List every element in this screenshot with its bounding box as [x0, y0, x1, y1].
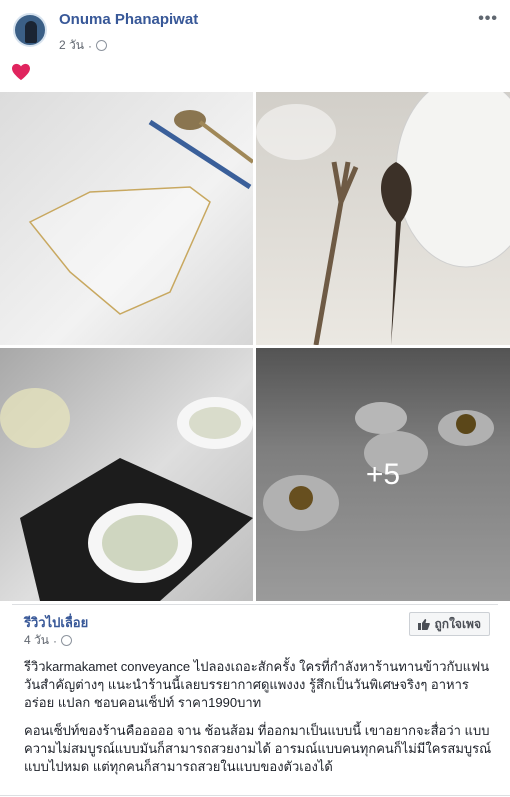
- post-meta: 2 วัน ·: [59, 36, 107, 55]
- heart-icon: [12, 63, 30, 81]
- separator: ·: [87, 38, 92, 53]
- photo-3-art: [0, 388, 253, 601]
- shared-post-time[interactable]: 4 วัน: [24, 631, 49, 650]
- photo-grid: +5: [0, 92, 510, 604]
- avatar-figure: [25, 21, 37, 43]
- post-paragraph-2: คอนเซ็ปท์ของร้านคือออออ จาน ช้อนส้อม ที่…: [24, 723, 492, 774]
- thumbs-up-icon: [417, 618, 430, 630]
- more-photos-overlay[interactable]: +5: [256, 348, 510, 601]
- shared-post-meta: 4 วัน ·: [24, 631, 72, 650]
- page-name[interactable]: รีวิวไปเลื่อย: [24, 612, 88, 633]
- photo-1-art: [28, 110, 253, 315]
- post-time[interactable]: 2 วัน: [59, 36, 84, 55]
- author-name[interactable]: Onuma Phanapiwat: [59, 11, 198, 28]
- more-photos-count: +5: [365, 457, 401, 491]
- photo-2-art: [256, 92, 510, 345]
- avatar[interactable]: [13, 13, 47, 47]
- divider: [12, 604, 498, 605]
- photo-broken-glass-plate[interactable]: [0, 92, 253, 345]
- globe-icon: [95, 40, 107, 51]
- more-options-button[interactable]: •••: [478, 10, 498, 28]
- divider: [0, 795, 510, 796]
- photo-fork-and-spoon[interactable]: [256, 92, 510, 345]
- post-paragraph-1: รีวิวkarmakamet conveyance ไปลองเถอะสักค…: [24, 659, 490, 710]
- photo-more[interactable]: +5: [256, 348, 510, 601]
- globe-icon: [60, 635, 72, 646]
- post-header: Onuma Phanapiwat 2 วัน · •••: [0, 0, 510, 60]
- shared-post-card: รีวิวไปเลื่อย 4 วัน · ถูกใจเพจ รีวิวkarm…: [12, 604, 498, 794]
- separator: ·: [52, 633, 57, 648]
- photo-wine-and-bowl[interactable]: [0, 348, 253, 601]
- like-page-button[interactable]: ถูกใจเพจ: [408, 612, 490, 636]
- post-text: รีวิวkarmakamet conveyance ไปลองเถอะสักค…: [24, 658, 494, 786]
- like-page-label: ถูกใจเพจ: [434, 616, 481, 631]
